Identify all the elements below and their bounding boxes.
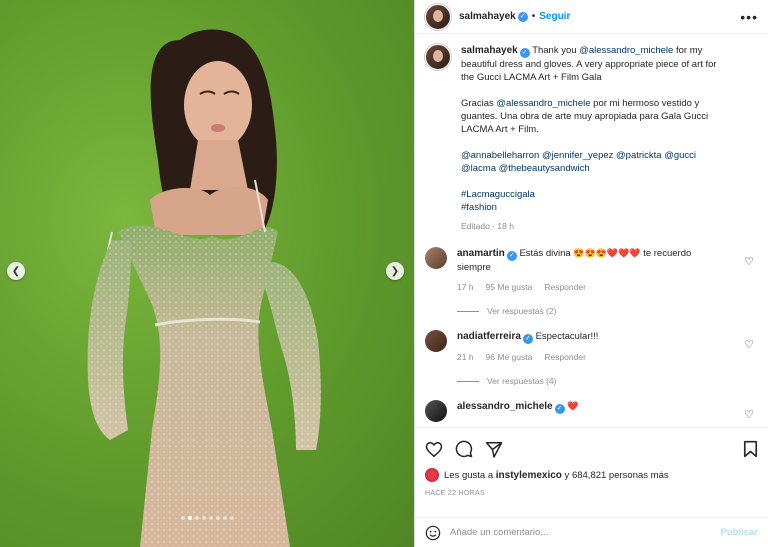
caption-text-en-prefix: Thank you xyxy=(532,45,580,56)
verified-badge-icon: ✓ xyxy=(506,251,517,261)
avatar[interactable] xyxy=(425,400,447,422)
post-timestamp[interactable]: HACE 22 HORAS xyxy=(425,490,758,497)
reply-button[interactable]: Responder xyxy=(544,351,586,364)
comment-text: Espectacular!!! xyxy=(535,331,599,342)
caption-avatar[interactable] xyxy=(425,44,451,70)
publish-button[interactable]: Publicar xyxy=(721,527,759,538)
comment-username[interactable]: nadiatferreira xyxy=(457,331,521,342)
heart-icon[interactable]: ♡ xyxy=(744,408,754,421)
post-header: salmahayek ✓ • Seguir ••• xyxy=(415,0,768,34)
comment-likes[interactable]: 96 Me gusta xyxy=(486,351,533,364)
post-username[interactable]: salmahayek xyxy=(459,11,516,22)
chevron-right-icon: ❯ xyxy=(390,265,400,277)
avatar[interactable] xyxy=(425,468,439,482)
verified-badge-icon: ✓ xyxy=(522,334,533,344)
post-caption: salmahayek ✓ Thank you @alessandro_michel… xyxy=(425,44,758,233)
verified-badge-icon: ✓ xyxy=(554,404,565,414)
likes-count-text[interactable]: y 684,821 personas más xyxy=(562,470,669,481)
follow-button[interactable]: Seguir xyxy=(539,11,570,22)
divider xyxy=(457,380,479,382)
comment-item: alessandro_michele ✓ ❤️ ♡ xyxy=(425,400,758,422)
mention-link[interactable]: @alessandro_michele xyxy=(496,98,590,109)
comment-username[interactable]: alessandro_michele xyxy=(457,401,553,412)
comments-section[interactable]: salmahayek ✓ Thank you @alessandro_michel… xyxy=(415,34,768,427)
comment-input[interactable] xyxy=(450,527,712,538)
comment-item: nadiatferreira ✓ Espectacular!!! 21 h 96 … xyxy=(425,330,758,364)
caption-username[interactable]: salmahayek xyxy=(461,45,518,56)
comment-likes[interactable]: 95 Me gusta xyxy=(486,281,533,294)
add-comment-bar: Publicar xyxy=(415,517,768,547)
likes-prefix: Les gusta a xyxy=(444,469,496,481)
tagged-accounts[interactable]: @annabelleharron @jennifer_yepez @patric… xyxy=(461,149,725,175)
view-replies-label: Ver respuestas (4) xyxy=(487,376,557,386)
carousel-dot xyxy=(201,516,206,520)
avatar[interactable] xyxy=(425,3,451,30)
heart-icon[interactable]: ♡ xyxy=(744,338,754,351)
carousel-dot xyxy=(194,516,199,520)
carousel-dot xyxy=(187,516,192,520)
hashtag-link[interactable]: #fashion xyxy=(461,202,497,213)
emoji-icon[interactable] xyxy=(425,525,441,541)
heart-icon[interactable]: ♡ xyxy=(744,255,754,268)
view-replies-button[interactable]: Ver respuestas (4) xyxy=(457,376,758,386)
caption-meta: Editado · 18 h xyxy=(461,221,514,231)
post-actions: Les gusta a instylemexico y 684,821 pers… xyxy=(415,427,768,497)
carousel-dot xyxy=(222,516,227,520)
photo-woman-in-sparkly-gown xyxy=(87,29,321,547)
chevron-left-icon: ❮ xyxy=(11,265,21,277)
avatar[interactable] xyxy=(425,247,447,269)
comment-username[interactable]: anamartin xyxy=(457,248,505,259)
previous-slide-button[interactable]: ❮ xyxy=(7,262,25,280)
caption-text-es-prefix: Gracias xyxy=(461,98,497,109)
next-slide-button[interactable]: ❯ xyxy=(386,262,404,280)
likes-summary: Les gusta a instylemexico y 684,821 pers… xyxy=(425,468,758,482)
comment-time: 17 h xyxy=(457,282,474,292)
carousel-dot xyxy=(208,516,213,520)
heart-icon[interactable] xyxy=(425,441,443,458)
verified-badge-icon: ✓ xyxy=(519,48,530,58)
separator-dot: • xyxy=(531,11,536,22)
comment-text: Estás divina xyxy=(519,248,571,259)
post-media[interactable]: ❮ ❯ xyxy=(0,0,414,547)
comment-icon[interactable] xyxy=(455,440,473,458)
post-details-panel: salmahayek ✓ • Seguir ••• salmahayek ✓ Th… xyxy=(414,0,768,547)
avatar[interactable] xyxy=(425,330,447,352)
liker-username[interactable]: instylemexico xyxy=(496,470,562,481)
more-options-icon[interactable]: ••• xyxy=(740,10,758,24)
view-replies-button[interactable]: Ver respuestas (2) xyxy=(457,306,758,316)
hashtag-link[interactable]: #Lacmaguccigala xyxy=(461,189,535,200)
reply-button[interactable]: Responder xyxy=(544,281,586,294)
mention-link[interactable]: @alessandro_michele xyxy=(579,45,673,56)
comment-time: 21 h xyxy=(457,352,474,362)
carousel-dot xyxy=(180,516,185,520)
carousel-dot xyxy=(229,516,234,520)
comment-emojis: ❤️ xyxy=(567,401,579,411)
comment-item: anamartin ✓ Estás divina 😍😍😍❤️❤️❤️ te rec… xyxy=(425,247,758,294)
bookmark-icon[interactable] xyxy=(743,440,758,458)
carousel-indicator xyxy=(0,516,414,520)
divider xyxy=(457,310,479,312)
view-replies-label: Ver respuestas (2) xyxy=(487,306,557,316)
verified-badge-icon: ✓ xyxy=(517,11,528,22)
share-icon[interactable] xyxy=(485,441,503,458)
carousel-dot xyxy=(215,516,220,520)
comment-emojis: 😍😍😍❤️❤️❤️ xyxy=(573,248,641,258)
